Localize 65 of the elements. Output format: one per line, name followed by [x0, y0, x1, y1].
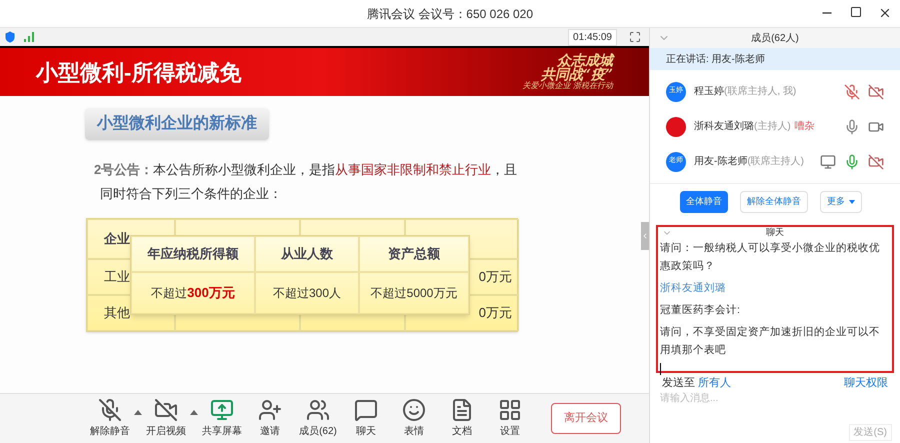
chat-sender[interactable]: 浙科友通刘璐 [660, 278, 890, 296]
chat-permission-link[interactable]: 聊天权限 [844, 374, 888, 391]
column-header: 资产总额 [359, 236, 469, 272]
table-cell: 不超过5000万元 [359, 272, 469, 314]
text-cursor [660, 362, 661, 374]
chat-message: 请问：一般纳税人可以享受小微企业的税收优惠政策吗？ [660, 240, 881, 274]
share-screen-icon [210, 398, 234, 422]
member-name: 浙科友通刘璐(主持人) 嘈杂 [694, 120, 815, 134]
toolbar-button[interactable]: 共享屏幕 [198, 398, 246, 439]
column-header: 从业人数 [255, 236, 359, 272]
panel-title: 成员(62人) [751, 32, 799, 46]
video-off-icon [154, 398, 178, 422]
smile-icon [402, 398, 426, 422]
toolbar-button[interactable]: 表情 [390, 398, 438, 439]
member-name: 用友-陈老师(联席主持人) [694, 154, 804, 169]
table-cell: 不超过300万元 [131, 272, 255, 314]
mic-icon[interactable] [844, 154, 860, 170]
add-user-icon [258, 398, 282, 422]
slogan-line: 众志成城 [556, 54, 613, 68]
slogan-line: 关爱小微企业 浙税在行动 [522, 82, 613, 90]
chat-message: 请问，不享受固定资产加速折旧的企业可以不用填那个表吧 [660, 324, 881, 358]
slogan-line: 共同战“疫” [540, 68, 613, 82]
caret-icon[interactable] [190, 410, 198, 415]
camera-off-icon[interactable] [868, 84, 884, 100]
member-name: 程玉婷(联席主持人, 我) [694, 84, 796, 99]
toolbar-button[interactable]: 文档 [438, 398, 486, 439]
panel-button[interactable]: 解除全体静音 [740, 191, 808, 212]
leave-meeting-button[interactable]: 离开会议 [550, 403, 621, 434]
document-icon [450, 398, 474, 422]
fullscreen-icon[interactable] [628, 31, 641, 43]
users-icon [306, 398, 330, 422]
maximize-icon[interactable] [850, 6, 862, 18]
slide-subtitle: 小型微利企业的新标准 [85, 108, 269, 140]
window-title: 腾讯会议 会议号：650 026 020 [366, 6, 534, 22]
toolbar-button[interactable]: 开启视频 [142, 398, 190, 439]
slide-paragraph: 同时符合下列三个条件的企业： [99, 185, 283, 203]
panel-button[interactable]: 更多 [820, 191, 862, 212]
toolbar-button[interactable]: 设置 [486, 398, 534, 439]
slide-title: 小型微利-所得税减免 [36, 58, 242, 86]
toolbar-button[interactable]: 成员(62) [294, 398, 342, 439]
signal-icon [24, 32, 34, 42]
meeting-timer: 01:45:09 [568, 28, 617, 46]
camera-off-icon[interactable] [868, 154, 884, 170]
send-to-label: 发送至 所有人 [662, 376, 732, 390]
column-header: 年应纳税所得额 [131, 236, 255, 272]
toolbar-button[interactable]: 邀请 [246, 398, 294, 439]
chat-title: 聊天 [766, 226, 784, 239]
toolbar-button[interactable]: 聊天 [342, 398, 390, 439]
shield-icon[interactable] [4, 31, 16, 43]
message-input[interactable]: 请输入消息... [660, 391, 890, 406]
panel-button[interactable]: 全体静音 [680, 191, 728, 212]
toolbar-button[interactable]: 解除静音 [86, 398, 134, 439]
member-row[interactable]: 浙科友通刘璐(主持人) 嘈杂 [650, 109, 900, 144]
chat-sender: 冠董医药李会计: [660, 302, 741, 318]
table-cell: 不超过300人 [255, 272, 359, 314]
grid-icon [498, 398, 522, 422]
mic-muted-icon[interactable] [844, 84, 860, 100]
caret-icon[interactable] [134, 410, 142, 415]
collapse-panel-handle[interactable] [640, 222, 649, 250]
speaking-banner: 正在讲话: 用友-陈老师 [650, 48, 900, 70]
close-icon[interactable] [878, 6, 892, 20]
slide-paragraph: 2号公告：本公告所称小型微利企业，是指从事国家非限制和禁止行业，且 [94, 161, 518, 179]
mic-icon[interactable] [844, 118, 860, 134]
chat-icon [354, 398, 378, 422]
mic-off-icon [98, 398, 122, 422]
